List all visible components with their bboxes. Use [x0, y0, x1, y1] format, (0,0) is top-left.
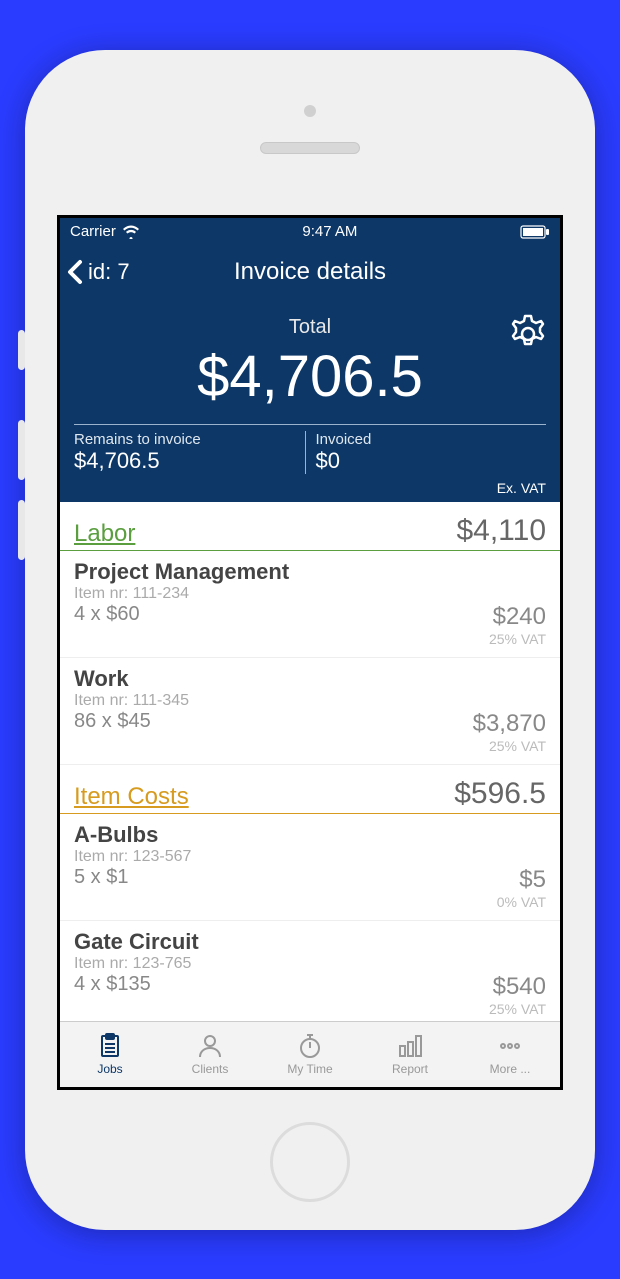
item-vat: 25% VAT [489, 631, 546, 647]
total-amount: $4,706.5 [74, 343, 546, 410]
item-vat: 25% VAT [473, 738, 546, 754]
item-qty: 4 x $60 [74, 603, 140, 626]
bar-chart-icon [396, 1032, 424, 1060]
volume-up [18, 420, 25, 480]
section-name: Labor [74, 520, 135, 548]
item-qty: 86 x $45 [74, 710, 151, 733]
section-name: Item Costs [74, 783, 189, 811]
back-label: id: 7 [88, 259, 130, 285]
item-number: Item nr: 111-345 [74, 692, 546, 710]
chevron-left-icon [66, 258, 84, 286]
more-icon [496, 1032, 524, 1060]
person-icon [196, 1032, 224, 1060]
tab-mytime[interactable]: My Time [260, 1022, 360, 1087]
summary-panel: Total $4,706.5 Remains to invoice $4,706… [60, 298, 560, 502]
item-qty: 4 x $135 [74, 973, 151, 996]
tab-label: Report [392, 1062, 428, 1076]
battery-icon [520, 225, 550, 239]
clipboard-icon [96, 1032, 124, 1060]
settings-button[interactable] [508, 314, 548, 359]
item-number: Item nr: 123-567 [74, 848, 546, 866]
item-vat: 25% VAT [489, 1001, 546, 1017]
item-price: $240 [489, 603, 546, 631]
back-button[interactable]: id: 7 [60, 258, 130, 286]
remains-label: Remains to invoice [74, 431, 295, 448]
line-item[interactable]: Gate Circuit Item nr: 123-765 4 x $135 $… [60, 921, 560, 1021]
status-bar: Carrier 9:47 AM [60, 218, 560, 246]
tab-jobs[interactable]: Jobs [60, 1022, 160, 1087]
section-amount: $4,110 [456, 514, 546, 548]
tab-label: My Time [287, 1062, 332, 1076]
item-title: Project Management [74, 559, 546, 585]
item-number: Item nr: 123-765 [74, 955, 546, 973]
screen: Carrier 9:47 AM id: 7 [57, 215, 563, 1090]
stopwatch-icon [296, 1032, 324, 1060]
item-title: Work [74, 666, 546, 692]
wifi-icon [122, 225, 140, 239]
tab-more[interactable]: More ... [460, 1022, 560, 1087]
nav-header: id: 7 Invoice details [60, 246, 560, 298]
phone-frame: Carrier 9:47 AM id: 7 [25, 50, 595, 1230]
section-header-labor[interactable]: Labor $4,110 [60, 502, 560, 551]
item-title: A-Bulbs [74, 822, 546, 848]
tab-label: Jobs [97, 1062, 122, 1076]
invoiced-label: Invoiced [316, 431, 537, 448]
tab-label: More ... [490, 1062, 531, 1076]
remains-col: Remains to invoice $4,706.5 [74, 431, 305, 474]
summary-row: Remains to invoice $4,706.5 Invoiced $0 [74, 424, 546, 474]
remains-amount: $4,706.5 [74, 448, 295, 474]
item-qty: 5 x $1 [74, 866, 128, 889]
section-header-item-costs[interactable]: Item Costs $596.5 [60, 765, 560, 814]
item-number: Item nr: 111-234 [74, 585, 546, 603]
item-title: Gate Circuit [74, 929, 546, 955]
invoiced-amount: $0 [316, 448, 537, 474]
home-button[interactable] [270, 1122, 350, 1202]
invoice-list[interactable]: Labor $4,110 Project Management Item nr:… [60, 502, 560, 1021]
line-item[interactable]: Work Item nr: 111-345 86 x $45 $3,870 25… [60, 658, 560, 765]
tab-report[interactable]: Report [360, 1022, 460, 1087]
volume-down [18, 500, 25, 560]
mute-switch [18, 330, 25, 370]
tab-bar: Jobs Clients My Time [60, 1021, 560, 1087]
carrier-label: Carrier [70, 223, 116, 240]
gear-icon [508, 314, 548, 354]
item-price: $3,870 [473, 710, 546, 738]
line-item[interactable]: Project Management Item nr: 111-234 4 x … [60, 551, 560, 658]
status-time: 9:47 AM [302, 223, 357, 240]
phone-speaker [260, 142, 360, 154]
ex-vat-label: Ex. VAT [74, 480, 546, 496]
tab-label: Clients [192, 1062, 229, 1076]
invoiced-col: Invoiced $0 [305, 431, 547, 474]
section-amount: $596.5 [454, 777, 546, 811]
tab-clients[interactable]: Clients [160, 1022, 260, 1087]
line-item[interactable]: A-Bulbs Item nr: 123-567 5 x $1 $5 0% VA… [60, 814, 560, 921]
item-vat: 0% VAT [497, 894, 546, 910]
total-label: Total [74, 316, 546, 339]
item-price: $540 [489, 973, 546, 1001]
item-price: $5 [497, 866, 546, 894]
page-title: Invoice details [234, 258, 386, 286]
